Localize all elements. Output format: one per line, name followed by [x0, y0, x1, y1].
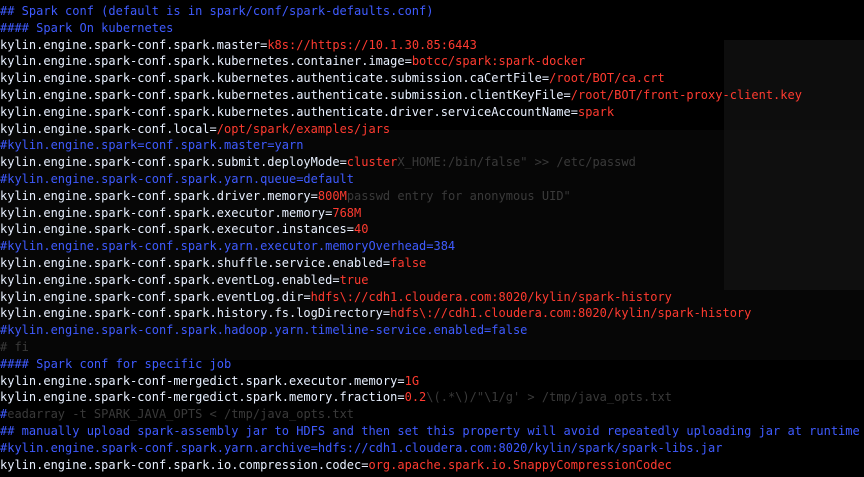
equals-sign: = [339, 155, 347, 170]
config-key: kylin.engine.spark-conf.spark.kubernetes… [0, 87, 564, 102]
comment-text: ## manually upload spark-assembly jar to… [0, 423, 860, 438]
config-value: 40 [354, 222, 369, 237]
config-key: kylin.engine.spark-conf.spark.executor.i… [0, 222, 347, 237]
equals-sign: = [563, 87, 571, 102]
terminal-line: #kylin.engine.spark=conf.spark.master=ya… [0, 137, 864, 154]
terminal-line: kylin.engine.spark-conf.spark.kubernetes… [0, 53, 864, 70]
terminal-line: kylin.engine.spark-conf-mergedict.spark.… [0, 373, 864, 390]
terminal-line: kylin.engine.spark-conf.spark.io.compres… [0, 457, 864, 474]
terminal-line: #### Spark conf for specific job [0, 356, 864, 373]
equals-sign: = [346, 222, 355, 237]
terminal-line: # fi [0, 339, 864, 356]
background-text: # fi [0, 339, 29, 354]
terminal-line: kylin.engine.spark-conf.spark.master=k8s… [0, 37, 864, 54]
config-key: kylin.engine.spark-conf.spark.io.compres… [0, 457, 362, 472]
config-value: 1G [404, 373, 420, 388]
equals-sign: = [303, 289, 311, 304]
terminal-line: #### Spark On kubernetes [0, 20, 864, 37]
config-value: /root/BOT/ca.crt [549, 71, 665, 86]
comment-text: #kylin.engine.spark-conf.spark.yarn.exec… [0, 239, 456, 254]
terminal-text-area[interactable]: ## Spark conf (default is in spark/conf/… [0, 3, 864, 477]
terminal-line: kylin.engine.spark-conf.spark.executor.i… [0, 221, 864, 238]
comment-text: #kylin.engine.spark-conf.spark.yarn.queu… [0, 171, 355, 186]
equals-sign: = [332, 272, 340, 287]
config-value: 0.2 [404, 390, 427, 405]
terminal-line: #kylin.engine.spark-conf.spark.yarn.arch… [0, 440, 864, 457]
terminal-line: kylin.engine.spark-conf.spark.eventLog.d… [0, 289, 864, 306]
terminal-line: kylin.engine.spark-conf.spark.history.fs… [0, 305, 864, 322]
config-key: kylin.engine.spark-conf.spark.master [0, 37, 261, 52]
terminal-line: kylin.engine.spark-conf.spark.driver.mem… [0, 188, 864, 205]
config-value: /root/BOT/front-proxy-client.key [570, 87, 802, 102]
config-value: botcc/spark:spark-docker [411, 54, 586, 69]
comment-text: #kylin.engine.spark-conf.spark.yarn.arch… [0, 440, 723, 455]
equals-sign: = [397, 390, 405, 405]
config-key: kylin.engine.spark-conf.spark.executor.m… [0, 205, 326, 220]
terminal-line: ## Spark conf (default is in spark/conf/… [0, 3, 864, 20]
comment-text: #### Spark conf for specific job [0, 356, 232, 371]
terminal-line: kylin.engine.spark-conf.spark.eventLog.e… [0, 272, 864, 289]
background-text: passwd entry for anonymous UID" [346, 188, 571, 203]
terminal-line: kylin.engine.spark-conf.spark.submit.dep… [0, 154, 864, 171]
config-key: kylin.engine.spark-conf.spark.kubernetes… [0, 104, 571, 119]
config-value: true [339, 272, 369, 287]
terminal-line: kylin.engine.spark-conf.spark.executor.m… [0, 205, 864, 222]
config-key: kylin.engine.spark-conf.spark.eventLog.e… [0, 272, 333, 287]
config-key: kylin.engine.spark-conf-mergedict.spark.… [0, 390, 398, 405]
equals-sign: = [397, 373, 405, 388]
config-value: k8s://https://10.1.30.85:6443 [267, 37, 477, 52]
equals-sign: = [541, 71, 550, 86]
config-key: kylin.engine.spark-conf.spark.kubernetes… [0, 71, 542, 86]
terminal-line: kylin.engine.spark-conf.spark.kubernetes… [0, 87, 864, 104]
config-value: cluster [346, 155, 398, 170]
terminal-line: kylin.engine.spark-conf.local=/opt/spark… [0, 121, 864, 138]
config-value: 800M [317, 188, 347, 203]
comment-text: ## Spark conf (default is in spark/conf/… [0, 4, 434, 18]
config-key: kylin.engine.spark-conf.local [0, 121, 210, 136]
equals-sign: = [209, 121, 217, 136]
config-value: /opt/spark/examples/jars [216, 121, 391, 136]
equals-sign: = [310, 188, 318, 203]
terminal-line: kylin.engine.spark-conf.spark.kubernetes… [0, 104, 864, 121]
config-key: kylin.engine.spark-conf.spark.submit.dep… [0, 155, 340, 170]
terminal-line: #eadarray -t SPARK_JAVA_OPTS < /tmp/java… [0, 406, 864, 423]
config-key: kylin.engine.spark-conf-mergedict.spark.… [0, 373, 398, 388]
terminal-line: #kylin.engine.spark-conf.spark.yarn.exec… [0, 238, 864, 255]
background-text: eadarray -t SPARK_JAVA_OPTS < /tmp/java_… [7, 407, 355, 422]
config-value: hdfs\://cdh1.cloudera.com:8020/kylin/spa… [310, 289, 672, 304]
config-key: kylin.engine.spark-conf.spark.kubernetes… [0, 54, 405, 69]
config-key: kylin.engine.spark-conf.spark.eventLog.d… [0, 289, 304, 304]
comment-text: #kylin.engine.spark=conf.spark.master=ya… [0, 138, 304, 153]
terminal-line: ## manually upload spark-assembly jar to… [0, 423, 864, 440]
terminal-line: #kylin.engine.spark-conf.spark.hadoop.ya… [0, 322, 864, 339]
terminal-line: kylin.engine.spark-conf.spark.kubernetes… [0, 70, 864, 87]
config-value: org.apache.spark.io.SnappyCompressionCod… [368, 457, 672, 472]
config-key: kylin.engine.spark-conf.spark.history.fs… [0, 306, 383, 321]
config-value: hdfs\://cdh1.cloudera.com:8020/kylin/spa… [390, 306, 752, 321]
background-text: \(.*\)/"\1/g' > /tmp/java_opts.txt [426, 390, 672, 405]
equals-sign: = [570, 104, 578, 119]
comment-text: #### Spark On kubernetes [0, 20, 174, 35]
config-value: false [390, 255, 427, 270]
config-value: 768M [332, 205, 362, 220]
terminal-line: kylin.engine.spark-conf.spark.shuffle.se… [0, 255, 864, 272]
config-key: kylin.engine.spark-conf.spark.shuffle.se… [0, 255, 383, 270]
terminal-line: #kylin.engine.spark-conf.spark.yarn.queu… [0, 171, 864, 188]
background-text: X_HOME:/bin/false" >> /etc/passwd [397, 155, 636, 170]
equals-sign: = [404, 54, 412, 69]
terminal-line: kylin.engine.spark-conf-mergedict.spark.… [0, 389, 864, 406]
config-value: spark [577, 104, 615, 119]
config-key: kylin.engine.spark-conf.spark.driver.mem… [0, 188, 311, 203]
comment-text: #kylin.engine.spark-conf.spark.hadoop.ya… [0, 323, 528, 338]
